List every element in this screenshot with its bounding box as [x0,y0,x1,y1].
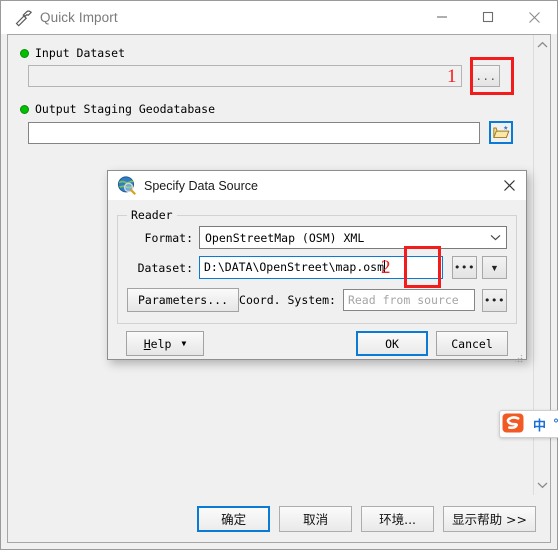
reader-groupbox: Reader Format: OpenStreetMap (OSM) XML D… [117,208,517,324]
minimize-icon[interactable] [419,1,465,33]
window-titlebar: Quick Import [1,1,557,34]
green-dot-required-icon [20,48,29,58]
ok-button[interactable]: OK [356,331,428,356]
green-dot-required-icon [20,104,29,114]
dialog-button-bar: 确定 取消 环境... 显示帮助 >> [7,495,551,543]
dialog-close-icon[interactable] [492,172,526,200]
coord-system-label: Coord. System: [239,293,336,307]
dataset-label: Dataset: [137,260,193,275]
show-help-button[interactable]: 显示帮助 >> [443,505,536,532]
format-row: Format: OpenStreetMap (OSM) XML [127,226,507,249]
input-dataset-label-row: Input Dataset [20,45,533,61]
output-gdb-label-row: Output Staging Geodatabase [20,101,533,117]
dataset-dropdown-button[interactable]: ▼ [482,256,507,279]
environments-button[interactable]: 环境... [361,505,435,532]
globe-magnifier-icon [117,175,137,196]
chevron-up-icon[interactable] [534,35,551,55]
confirm-button[interactable]: 确定 [197,505,271,532]
help-button[interactable]: Help ▼ [126,331,204,356]
reader-groupbox-legend: Reader [127,208,177,222]
help-dropdown-icon[interactable]: ▼ [181,339,186,348]
hammer-tool-icon [9,3,37,31]
dataset-input[interactable]: D:\DATA\OpenStreet\map.osm [199,256,443,279]
dataset-row: Dataset: D:\DATA\OpenStreet\map.osm 2 ••… [127,246,507,288]
specify-data-source-dialog: Specify Data Source Reader Format: OpenS… [107,170,527,363]
sogou-logo-icon[interactable] [501,411,527,437]
dataset-input-value: D:\DATA\OpenStreet\map.osm [204,260,385,274]
cancel-button[interactable]: 取消 [279,505,353,532]
text-caret [384,260,386,273]
dataset-browse-button[interactable]: ••• [452,256,477,279]
dialog-cancel-button[interactable]: Cancel [436,331,508,356]
input-dataset-label: Input Dataset [35,46,126,60]
output-gdb-row [28,121,533,144]
format-combobox[interactable]: OpenStreetMap (OSM) XML [199,226,507,249]
ime-mode-indicator[interactable]: 中 [533,415,546,434]
dialog-body: Reader Format: OpenStreetMap (OSM) XML D… [108,200,526,363]
maximize-icon[interactable] [465,1,511,33]
input-dataset-row: ... 1 [28,57,533,95]
help-label-rest: elp [150,336,172,351]
output-gdb-field[interactable] [28,121,480,144]
chevron-down-icon[interactable] [534,475,551,495]
close-icon[interactable] [511,1,557,33]
quick-import-window: Quick Import Input Dataset ... 1 Output … [0,0,558,550]
open-folder-icon[interactable] [489,121,513,144]
format-label: Format: [144,230,193,245]
window-title: Quick Import [40,9,118,25]
input-dataset-browse-button[interactable]: ... [472,65,500,87]
format-value: OpenStreetMap (OSM) XML [205,230,365,245]
dialog-titlebar: Specify Data Source [108,171,526,200]
parameters-button[interactable]: Parameters... [127,288,240,312]
help-button-label: Help [144,337,172,351]
output-gdb-label: Output Staging Geodatabase [35,102,216,116]
coord-system-input[interactable]: Read from source [342,289,475,311]
dialog-title: Specify Data Source [144,178,258,193]
chevron-down-icon[interactable] [486,234,504,241]
coord-system-browse-button[interactable]: ••• [482,288,507,312]
input-dataset-field[interactable] [28,65,462,87]
resize-grip[interactable] [513,350,523,363]
dialog-footer: Help ▼ OK Cancel [117,324,517,356]
ime-punctuation-indicator[interactable]: °, [553,417,558,431]
help-accelerator: H [143,336,151,351]
coord-system-row: Parameters... Coord. System: Read from s… [127,288,507,312]
sogou-ime-toolbar[interactable]: 中 °, [499,410,558,438]
